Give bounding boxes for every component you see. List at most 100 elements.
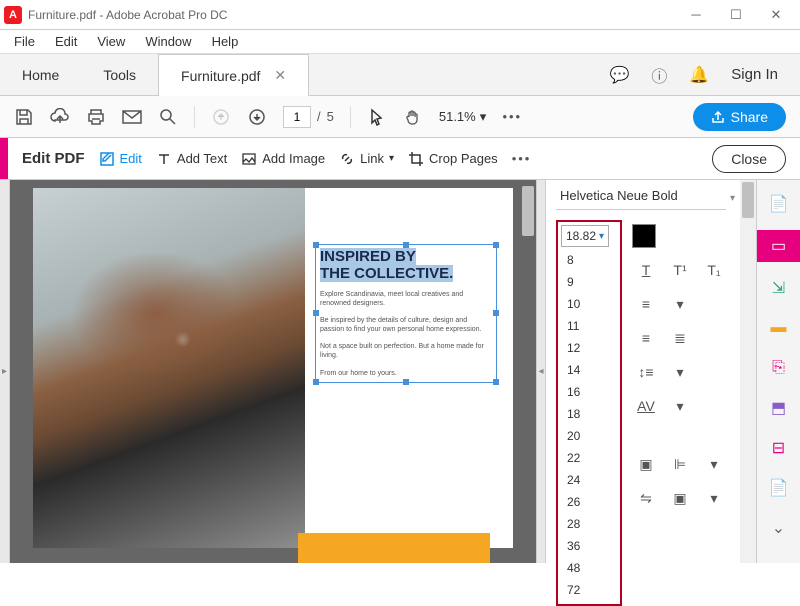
- size-option[interactable]: 16: [561, 381, 617, 403]
- crop-tool-icon[interactable]: ▣: [632, 452, 660, 476]
- email-icon[interactable]: [122, 110, 142, 124]
- tab-tools[interactable]: Tools: [81, 54, 158, 96]
- spacing-options-icon[interactable]: ▾: [666, 360, 694, 384]
- arrange-more-icon[interactable]: ▾: [700, 486, 728, 510]
- hand-tool-icon[interactable]: [403, 108, 423, 126]
- panel-scrollbar[interactable]: [742, 182, 754, 218]
- document-area[interactable]: INSPIRED BY THE COLLECTIVE. Explore Scan…: [10, 180, 536, 563]
- size-option[interactable]: 28: [561, 513, 617, 535]
- add-text-button[interactable]: Add Text: [156, 151, 227, 167]
- save-icon[interactable]: [14, 108, 34, 126]
- sign-in-link[interactable]: Sign In: [731, 66, 778, 83]
- menu-help[interactable]: Help: [204, 32, 247, 51]
- tab-home[interactable]: Home: [0, 54, 81, 96]
- edit-button[interactable]: Edit: [99, 151, 142, 167]
- select-tool-icon[interactable]: [367, 108, 387, 126]
- font-family-select[interactable]: Helvetica Neue Bold: [556, 186, 726, 210]
- superscript-icon[interactable]: T¹: [666, 258, 694, 282]
- window-title: Furniture.pdf - Adobe Acrobat Pro DC: [28, 8, 676, 22]
- minimize-button[interactable]: ─: [676, 0, 716, 30]
- size-option[interactable]: 26: [561, 491, 617, 513]
- headline[interactable]: INSPIRED BY THE COLLECTIVE.: [320, 249, 492, 282]
- line-spacing-icon[interactable]: ↕≡: [632, 360, 660, 384]
- tab-document[interactable]: Furniture.pdf ✕: [158, 54, 309, 96]
- more-edit-icon[interactable]: •••: [512, 151, 532, 166]
- tab-close-icon[interactable]: ✕: [274, 67, 286, 84]
- left-panel-toggle[interactable]: ▸: [0, 180, 10, 563]
- size-option[interactable]: 12: [561, 337, 617, 359]
- rail-edit-pdf-icon[interactable]: ▭: [757, 230, 800, 262]
- rail-organize-icon[interactable]: ⎘: [765, 354, 793, 382]
- add-image-button[interactable]: Add Image: [241, 151, 325, 167]
- rail-comment-icon[interactable]: ▬: [765, 314, 793, 342]
- link-label: Link: [360, 151, 384, 166]
- chevron-down-icon: ▾: [480, 109, 487, 125]
- menu-window[interactable]: Window: [137, 32, 199, 51]
- color-swatch[interactable]: [632, 224, 656, 248]
- help-icon[interactable]: ⓘ: [651, 63, 667, 87]
- size-option[interactable]: 36: [561, 535, 617, 557]
- bullet-list-icon[interactable]: ≡: [632, 292, 660, 316]
- page-indicator: / 5: [283, 106, 334, 128]
- align-center-icon[interactable]: ≡: [632, 326, 660, 350]
- prev-page-icon[interactable]: [211, 108, 231, 126]
- rail-export-pdf-icon[interactable]: ⇲: [765, 274, 793, 302]
- selected-text-frame[interactable]: INSPIRED BY THE COLLECTIVE. Explore Scan…: [315, 244, 497, 383]
- more-tools-icon[interactable]: •••: [502, 109, 522, 124]
- size-option[interactable]: 72: [561, 579, 617, 601]
- size-option[interactable]: 8: [561, 249, 617, 271]
- size-option[interactable]: 48: [561, 557, 617, 579]
- page-current-input[interactable]: [283, 106, 311, 128]
- underline-icon[interactable]: T: [632, 258, 660, 282]
- flip-h-icon[interactable]: ⇋: [632, 486, 660, 510]
- close-editbar-button[interactable]: Close: [712, 145, 786, 173]
- align-objects-icon[interactable]: ⊫: [666, 452, 694, 476]
- print-icon[interactable]: [86, 108, 106, 126]
- search-icon[interactable]: [158, 108, 178, 126]
- zoom-dropdown[interactable]: 51.1% ▾: [439, 109, 486, 125]
- align-more-icon[interactable]: ▾: [700, 452, 728, 476]
- rail-create-pdf-icon[interactable]: 📄: [765, 190, 793, 218]
- close-window-button[interactable]: ✕: [756, 0, 796, 30]
- notifications-icon[interactable]: 💬: [609, 65, 629, 85]
- arrange-icon[interactable]: ▣: [666, 486, 694, 510]
- maximize-button[interactable]: ☐: [716, 0, 756, 30]
- list-options-icon[interactable]: ▾: [666, 292, 694, 316]
- add-image-label: Add Image: [262, 151, 325, 166]
- menu-bar: File Edit View Window Help: [0, 30, 800, 54]
- size-option[interactable]: 14: [561, 359, 617, 381]
- body-p2: Be inspired by the details of culture, d…: [320, 316, 492, 334]
- cloud-icon[interactable]: [50, 108, 70, 126]
- size-option[interactable]: 11: [561, 315, 617, 337]
- subscript-icon[interactable]: T₁: [700, 258, 728, 282]
- size-option[interactable]: 18: [561, 403, 617, 425]
- align-justify-icon[interactable]: ≣: [666, 326, 694, 350]
- menu-edit[interactable]: Edit: [47, 32, 85, 51]
- rail-optimize-icon[interactable]: 📄: [765, 474, 793, 502]
- size-option[interactable]: 20: [561, 425, 617, 447]
- tab-document-label: Furniture.pdf: [181, 68, 260, 84]
- size-option[interactable]: 9: [561, 271, 617, 293]
- rail-redact-icon[interactable]: ⊟: [765, 434, 793, 462]
- format-panel-toggle[interactable]: ◂: [536, 180, 546, 563]
- next-page-icon[interactable]: [247, 108, 267, 126]
- size-option[interactable]: 24: [561, 469, 617, 491]
- size-option[interactable]: 10: [561, 293, 617, 315]
- size-option[interactable]: 22: [561, 447, 617, 469]
- rail-expand-icon[interactable]: ⌄: [765, 514, 793, 542]
- menu-view[interactable]: View: [89, 32, 133, 51]
- link-button[interactable]: Link ▾: [339, 151, 394, 167]
- bell-icon[interactable]: 🔔: [689, 65, 709, 85]
- page-total: 5: [327, 109, 334, 124]
- doc-scrollbar[interactable]: [522, 186, 534, 236]
- crop-button[interactable]: Crop Pages: [408, 151, 498, 167]
- char-options-icon[interactable]: ▾: [666, 394, 694, 418]
- menu-file[interactable]: File: [6, 32, 43, 51]
- share-button[interactable]: Share: [693, 103, 786, 131]
- crop-label: Crop Pages: [429, 151, 498, 166]
- headline-line1: INSPIRED BY: [320, 248, 416, 265]
- char-spacing-icon[interactable]: AV: [632, 394, 660, 418]
- rail-combine-icon[interactable]: ⬒: [765, 394, 793, 422]
- tools-rail: 📄 ▭ ⇲ ▬ ⎘ ⬒ ⊟ 📄 ⌄: [756, 180, 800, 563]
- font-size-combo[interactable]: 18.82 ▾ 8 9 10 11 12 14 16 18 20 22: [556, 220, 622, 606]
